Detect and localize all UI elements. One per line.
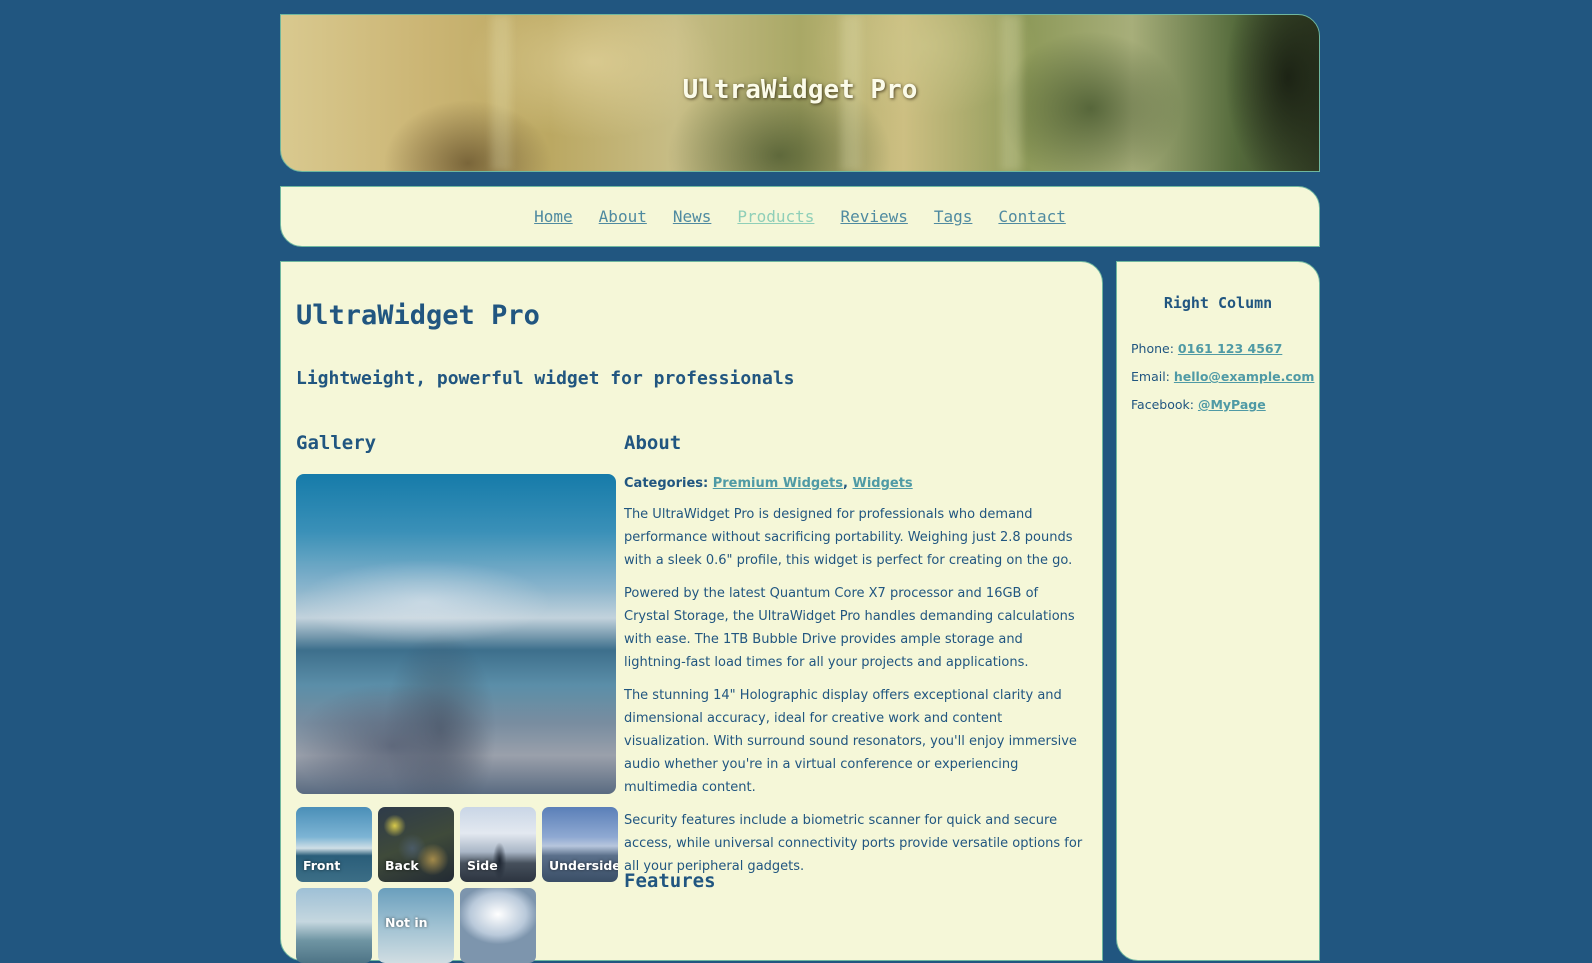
nav-link-about[interactable]: About: [599, 207, 647, 226]
thumbnail-underside[interactable]: Underside: [542, 807, 618, 882]
category-link-widgets[interactable]: Widgets: [852, 476, 912, 491]
thumbnail-label: Side: [467, 858, 498, 873]
sidebar-title: Right Column: [1163, 294, 1273, 312]
gallery-heading: Gallery: [296, 432, 377, 454]
nav-link-reviews[interactable]: Reviews: [840, 207, 907, 226]
categories-line: Categories: Premium Widgets, Widgets: [624, 472, 1086, 495]
phone-label: Phone:: [1131, 341, 1174, 356]
category-separator: ,: [843, 476, 848, 491]
about-paragraph: Powered by the latest Quantum Core X7 pr…: [624, 586, 1075, 670]
thumbnail-back[interactable]: Back: [378, 807, 454, 882]
facebook-label: Facebook:: [1131, 397, 1194, 412]
main-nav: Home About News Products Reviews Tags Co…: [280, 186, 1320, 247]
page-title: UltraWidget Pro: [296, 300, 540, 331]
thumbnail-6[interactable]: Not in: [378, 888, 454, 963]
thumbnail-label: Not in: [385, 915, 428, 930]
thumbnail-label: Back: [385, 858, 419, 873]
email-link[interactable]: hello@example.com: [1174, 369, 1315, 384]
about-section: Categories: Premium Widgets, Widgets The…: [624, 472, 1086, 888]
site-title: UltraWidget Pro: [682, 75, 918, 105]
page: UltraWidget Pro Home About News Products…: [0, 0, 1592, 963]
main-content: UltraWidget Pro Lightweight, powerful wi…: [280, 261, 1103, 963]
thumbnail-side[interactable]: Side: [460, 807, 536, 882]
page-subtitle: Lightweight, powerful widget for profess…: [296, 368, 795, 389]
about-paragraph: The stunning 14" Holographic display off…: [624, 688, 1077, 795]
thumbnail-5[interactable]: [296, 888, 372, 963]
thumbnail-7[interactable]: [460, 888, 536, 963]
category-link-premium-widgets[interactable]: Premium Widgets: [713, 476, 843, 491]
nav-link-news[interactable]: News: [673, 207, 712, 226]
thumbnail-label: Underside: [549, 858, 618, 873]
thumbnail-label: Front: [303, 858, 341, 873]
categories-label: Categories:: [624, 476, 709, 491]
nav-link-tags[interactable]: Tags: [934, 207, 973, 226]
contact-email: Email: hello@example.com: [1131, 369, 1314, 384]
email-label: Email:: [1131, 369, 1170, 384]
gallery-main-image[interactable]: [296, 474, 616, 794]
contact-facebook: Facebook: @MyPage: [1131, 397, 1266, 412]
nav-link-home[interactable]: Home: [534, 207, 573, 226]
nav-link-products[interactable]: Products: [737, 207, 814, 226]
thumbnail-front[interactable]: Front: [296, 807, 372, 882]
header-banner: UltraWidget Pro: [280, 14, 1320, 172]
about-paragraph: The UltraWidget Pro is designed for prof…: [624, 507, 1073, 568]
contact-phone: Phone: 0161 123 4567: [1131, 341, 1282, 356]
facebook-link[interactable]: @MyPage: [1198, 397, 1266, 412]
about-paragraph: Security features include a biometric sc…: [624, 813, 1083, 874]
phone-link[interactable]: 0161 123 4567: [1178, 341, 1282, 356]
about-heading: About: [624, 432, 682, 454]
right-sidebar: Right Column Phone: 0161 123 4567 Email:…: [1116, 261, 1320, 961]
nav-link-contact[interactable]: Contact: [998, 207, 1065, 226]
features-heading: Features: [624, 870, 716, 892]
